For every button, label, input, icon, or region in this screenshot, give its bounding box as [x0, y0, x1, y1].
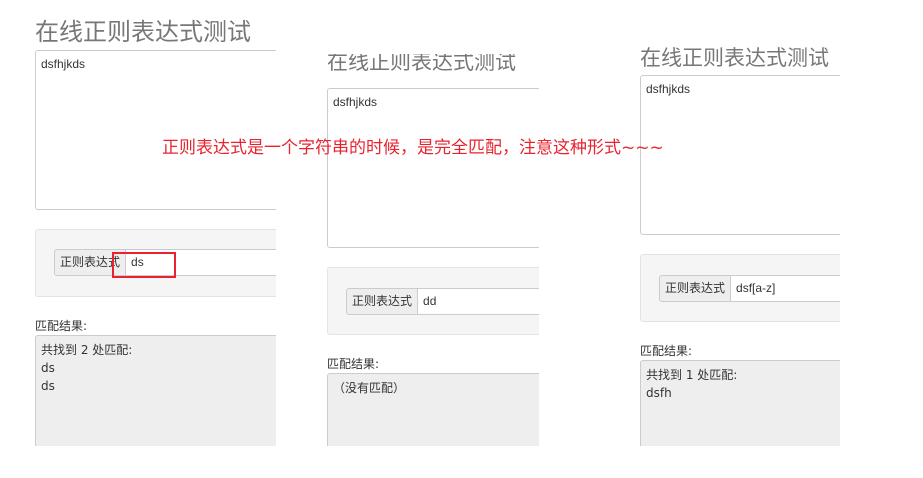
regex-label: 正则表达式	[346, 288, 419, 315]
source-text-area[interactable]: dsfhjkds	[640, 75, 840, 235]
page-title: 在线正则表达式测试	[640, 46, 829, 70]
screenshot-panel-2: 在线正则表达式测试 dsfhjkds 正则表达式 dd 匹配结果: （没有匹配）	[327, 54, 539, 446]
regex-well: 正则表达式 dsf[a-z]	[640, 254, 840, 322]
result-label: 匹配结果:	[35, 319, 88, 333]
regex-input-group: 正则表达式 dd	[346, 288, 539, 315]
result-label: 匹配结果:	[327, 357, 380, 371]
result-line: ds	[41, 361, 55, 375]
result-box: 共找到 1 处匹配: dsfh	[640, 360, 840, 446]
source-text-area[interactable]: dsfhjkds	[35, 50, 276, 210]
regex-input[interactable]: dd	[418, 288, 539, 315]
result-line: 共找到 2 处匹配:	[41, 343, 133, 357]
regex-label: 正则表达式	[659, 275, 732, 302]
result-line: ds	[41, 379, 55, 393]
page-title: 在线正则表达式测试	[327, 54, 516, 74]
result-line: dsfh	[646, 386, 672, 400]
highlight-box	[112, 252, 176, 278]
result-box: 共找到 2 处匹配: ds ds	[35, 335, 276, 446]
regex-well: 正则表达式 dd	[327, 267, 539, 335]
regex-input-group: 正则表达式 dsf[a-z]	[659, 275, 840, 302]
result-line: （没有匹配）	[333, 381, 406, 395]
result-box: （没有匹配）	[327, 373, 539, 446]
page-title: 在线正则表达式测试	[35, 18, 251, 46]
regex-input[interactable]: dsf[a-z]	[731, 275, 840, 302]
result-line: 共找到 1 处匹配:	[646, 368, 738, 382]
screenshot-panel-3: 在线正则表达式测试 dsfhjkds 正则表达式 dsf[a-z] 匹配结果: …	[640, 38, 840, 446]
annotation-note: 正则表达式是一个字符串的时候，是完全匹配，注意这种形式~~~	[162, 138, 664, 158]
screenshot-panel-1: 在线正则表达式测试 dsfhjkds 正则表达式 ds 匹配结果: 共找到 2 …	[35, 0, 276, 446]
result-label: 匹配结果:	[640, 344, 693, 358]
source-text-area[interactable]: dsfhjkds	[327, 88, 539, 248]
